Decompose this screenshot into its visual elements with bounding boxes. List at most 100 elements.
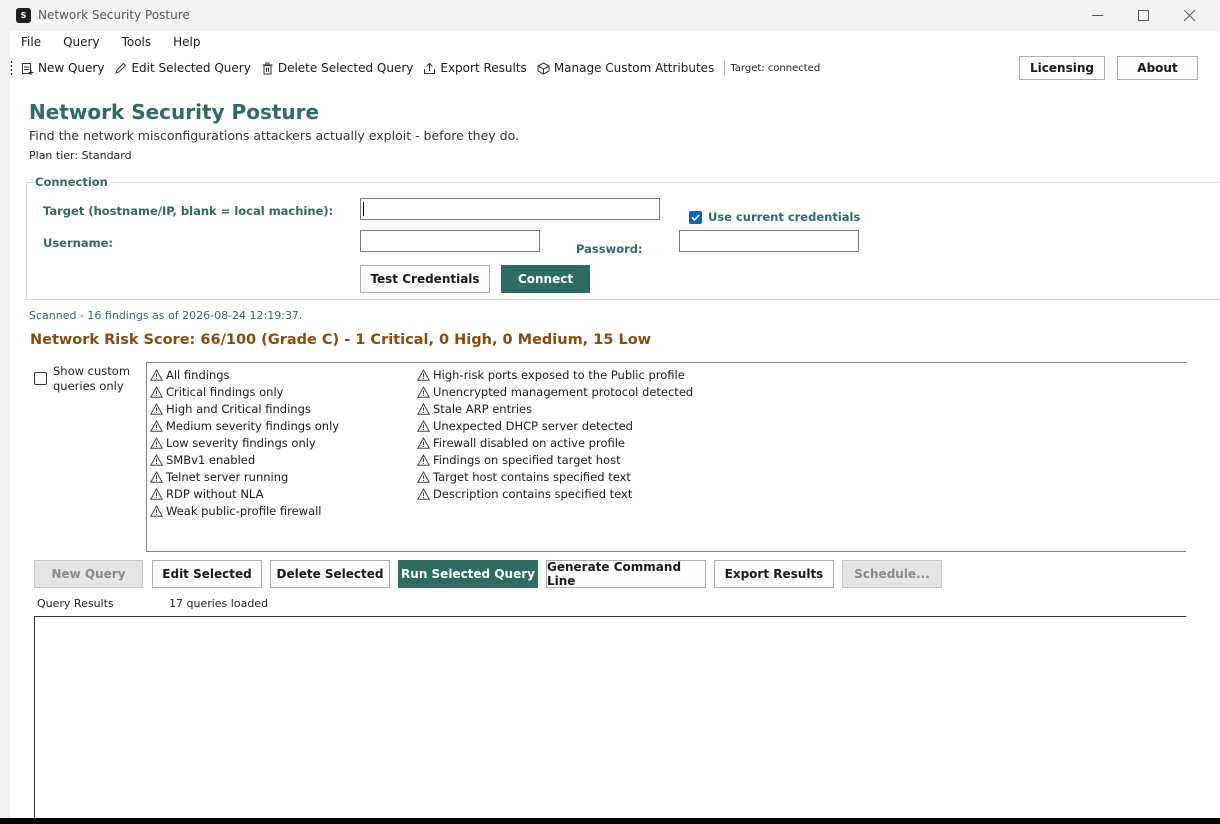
toolbar-separator: [724, 60, 726, 76]
minimize-icon: [1091, 15, 1103, 16]
toolbar-export-results[interactable]: Export Results: [423, 61, 527, 75]
query-list-item[interactable]: Unexpected DHCP server detected: [417, 417, 693, 434]
toolbar-delete-selected-query[interactable]: Delete Selected Query: [261, 61, 414, 75]
toolbar-export-results-label: Export Results: [440, 61, 527, 75]
menu-file[interactable]: File: [10, 31, 52, 54]
query-list-item-label: Description contains specified text: [433, 486, 633, 501]
use-current-credentials-label[interactable]: Use current credentials: [708, 210, 860, 224]
schedule-button[interactable]: Schedule...: [842, 560, 942, 588]
query-list-item-label: Telnet server running: [166, 469, 289, 484]
toolbar-grip-icon[interactable]: [10, 60, 13, 76]
toolbar-delete-selected-query-label: Delete Selected Query: [277, 61, 414, 75]
minimize-button[interactable]: [1074, 0, 1120, 31]
query-list-item[interactable]: SMBv1 enabled: [150, 451, 339, 468]
scan-status: Scanned - 16 findings as of 2026-08-24 1…: [29, 309, 303, 322]
menu-help[interactable]: Help: [162, 31, 211, 54]
query-list[interactable]: All findings Critical findings only High a…: [146, 362, 1186, 552]
query-list-item[interactable]: Low severity findings only: [150, 434, 339, 451]
query-list-column-2: High-risk ports exposed to the Public pr…: [417, 366, 693, 502]
query-list-item[interactable]: Target host contains specified text: [417, 468, 693, 485]
page-title: Network Security Posture: [29, 100, 320, 124]
warning-icon: [417, 436, 430, 449]
query-list-item[interactable]: RDP without NLA: [150, 485, 339, 502]
password-label: Password:: [576, 242, 643, 256]
queries-loaded-count: 17 queries loaded: [169, 597, 269, 610]
query-list-item[interactable]: Weak public-profile firewall: [150, 502, 339, 519]
query-list-item[interactable]: High-risk ports exposed to the Public pr…: [417, 366, 693, 383]
toolbar-manage-custom-attributes[interactable]: Manage Custom Attributes: [537, 61, 714, 75]
connection-group: Connection Target (hostname/IP, blank = …: [26, 175, 1220, 300]
edit-selected-button[interactable]: Edit Selected: [152, 560, 262, 588]
query-list-item-label: Medium severity findings only: [166, 418, 340, 433]
warning-icon: [150, 385, 163, 398]
export-results-button[interactable]: Export Results: [714, 560, 834, 588]
warning-icon: [150, 402, 163, 415]
password-input[interactable]: [679, 230, 859, 252]
text-caret: [363, 202, 364, 216]
username-input[interactable]: [360, 230, 540, 252]
show-custom-queries-checkbox[interactable]: [34, 372, 47, 385]
warning-icon: [150, 504, 163, 517]
risk-score: Network Risk Score: 66/100 (Grade C) - 1…: [30, 332, 652, 348]
close-button[interactable]: [1166, 0, 1212, 31]
warning-icon: [417, 385, 430, 398]
use-current-credentials-checkbox[interactable]: [689, 211, 702, 224]
query-list-item[interactable]: Stale ARP entries: [417, 400, 693, 417]
toolbar-new-query[interactable]: New Query: [21, 61, 104, 75]
app-icon: S: [16, 8, 31, 23]
trash-icon: [262, 62, 273, 74]
licensing-button[interactable]: Licensing: [1019, 56, 1105, 80]
toolbar: New Query Edit Selected Query Delete Sel…: [10, 54, 1220, 83]
connect-button[interactable]: Connect: [501, 265, 590, 293]
close-icon: [1183, 10, 1195, 21]
new-query-button[interactable]: New Query: [34, 560, 143, 588]
query-list-item-label: Critical findings only: [166, 384, 284, 399]
query-list-item[interactable]: Telnet server running: [150, 468, 339, 485]
query-list-item-label: SMBv1 enabled: [166, 452, 256, 467]
target-label: Target (hostname/IP, blank = local machi…: [43, 204, 334, 218]
run-selected-query-button[interactable]: Run Selected Query: [398, 560, 538, 588]
generate-command-line-button[interactable]: Generate Command Line: [546, 560, 706, 588]
query-list-item[interactable]: Medium severity findings only: [150, 417, 339, 434]
menu-query[interactable]: Query: [52, 31, 110, 54]
main-content: Network Security Posture Find the networ…: [10, 82, 1220, 818]
query-list-item-label: Stale ARP entries: [433, 401, 533, 416]
query-results-panel[interactable]: [34, 616, 1186, 818]
query-list-item-label: Unencrypted management protocol detected: [433, 384, 694, 399]
query-list-item-label: Target host contains specified text: [433, 469, 631, 484]
query-list-item[interactable]: Firewall disabled on active profile: [417, 434, 693, 451]
warning-icon: [150, 487, 163, 500]
query-list-item[interactable]: Unencrypted management protocol detected: [417, 383, 693, 400]
query-list-item[interactable]: High and Critical findings: [150, 400, 339, 417]
query-list-item-label: Low severity findings only: [166, 435, 316, 450]
target-input[interactable]: [360, 198, 660, 220]
menu-tools[interactable]: Tools: [111, 31, 163, 54]
maximize-icon: [1137, 10, 1149, 21]
query-results-label: Query Results: [37, 597, 114, 610]
window-title: Network Security Posture: [38, 8, 190, 22]
show-custom-queries-label[interactable]: Show custom queries only: [53, 364, 135, 394]
toolbar-new-query-label: New Query: [38, 61, 105, 75]
query-list-item-label: All findings: [166, 367, 230, 382]
test-credentials-button[interactable]: Test Credentials: [360, 265, 490, 293]
query-list-item-label: High and Critical findings: [166, 401, 311, 416]
new-query-icon: [22, 62, 34, 75]
warning-icon: [417, 368, 430, 381]
app-window: S Network Security Posture File Query To…: [0, 0, 1220, 818]
target-status: Target: connected: [730, 62, 821, 74]
query-list-item-label: Unexpected DHCP server detected: [433, 418, 633, 433]
query-list-item[interactable]: All findings: [150, 366, 339, 383]
query-list-item[interactable]: Description contains specified text: [417, 485, 693, 502]
about-button[interactable]: About: [1117, 56, 1198, 80]
delete-selected-button[interactable]: Delete Selected: [270, 560, 390, 588]
title-bar: S Network Security Posture: [0, 0, 1220, 31]
maximize-button[interactable]: [1120, 0, 1166, 31]
toolbar-edit-selected-query[interactable]: Edit Selected Query: [114, 61, 251, 75]
query-list-item-label: RDP without NLA: [166, 486, 264, 501]
query-list-item[interactable]: Critical findings only: [150, 383, 339, 400]
query-list-item-label: Findings on specified target host: [433, 452, 621, 467]
attributes-icon: [537, 61, 550, 75]
menu-bar: File Query Tools Help: [10, 31, 1220, 54]
query-list-item[interactable]: Findings on specified target host: [417, 451, 693, 468]
page-subtitle: Find the network misconfigurations attac…: [29, 128, 519, 143]
